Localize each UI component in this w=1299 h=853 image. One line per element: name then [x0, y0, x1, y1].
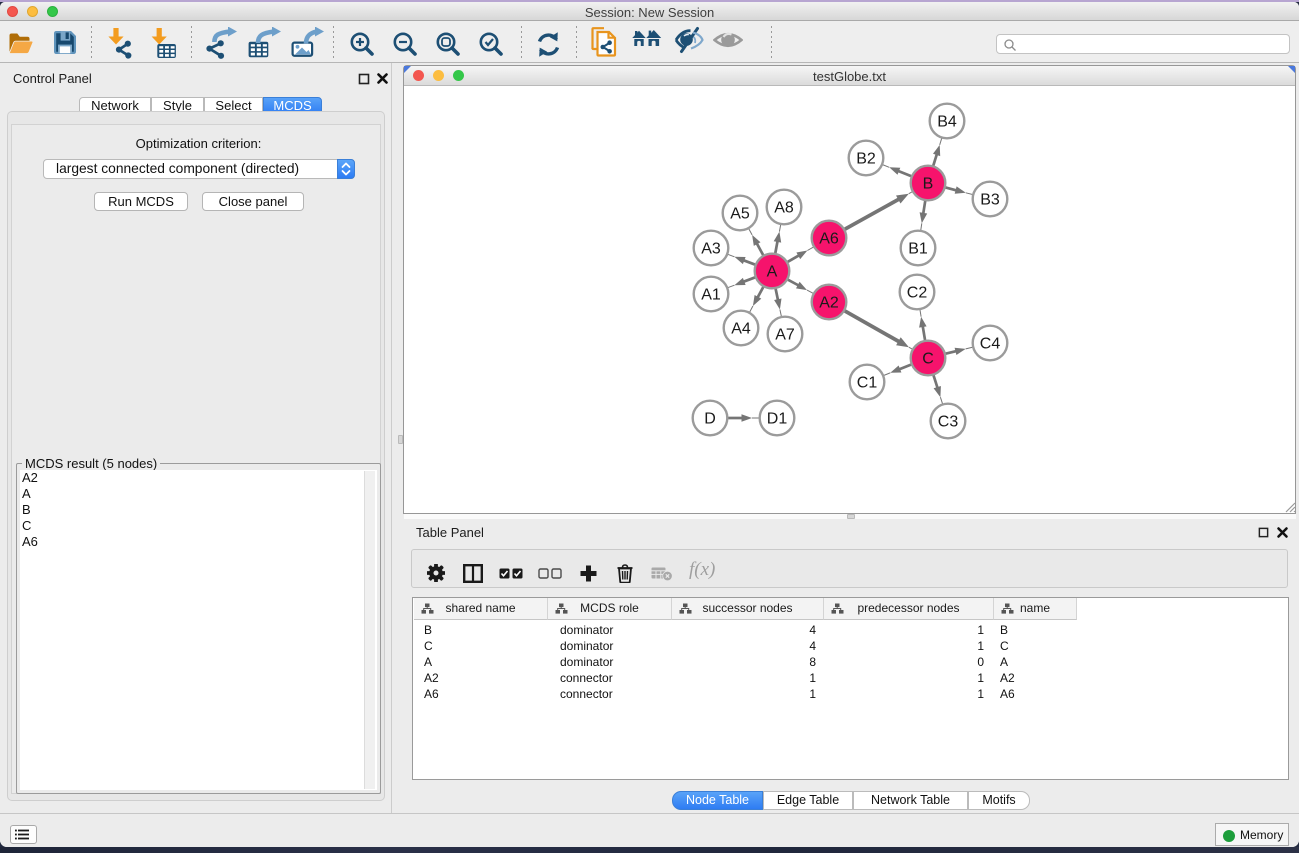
svg-text:A: A: [767, 264, 778, 281]
svg-text:C2: C2: [907, 285, 928, 302]
svg-text:C4: C4: [980, 336, 1001, 353]
svg-text:B: B: [923, 176, 934, 193]
svg-text:C3: C3: [938, 414, 959, 431]
svg-text:A1: A1: [701, 287, 721, 304]
svg-text:A4: A4: [731, 321, 751, 338]
svg-text:D1: D1: [767, 411, 788, 428]
svg-text:A8: A8: [774, 200, 794, 217]
svg-text:A5: A5: [730, 206, 750, 223]
svg-text:A2: A2: [819, 295, 839, 312]
svg-text:A6: A6: [819, 231, 839, 248]
svg-text:D: D: [704, 411, 716, 428]
svg-text:B1: B1: [908, 241, 928, 258]
svg-text:A7: A7: [775, 327, 795, 344]
svg-text:B3: B3: [980, 192, 1000, 209]
svg-text:B2: B2: [856, 151, 876, 168]
svg-text:B4: B4: [937, 114, 957, 131]
svg-text:C: C: [922, 351, 934, 368]
svg-text:C1: C1: [857, 375, 878, 392]
svg-text:A3: A3: [701, 241, 721, 258]
